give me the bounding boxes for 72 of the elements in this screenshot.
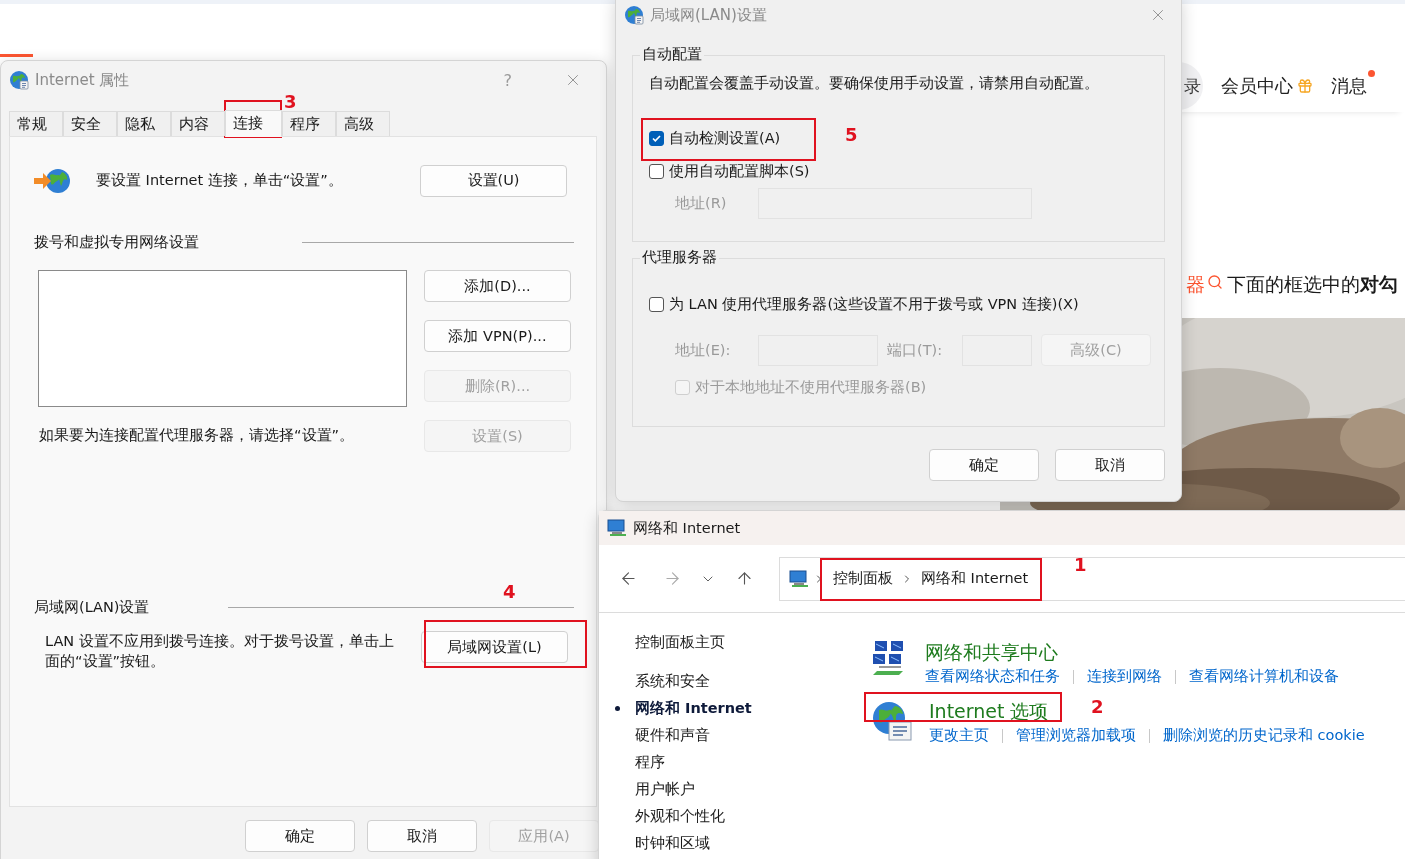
checkbox[interactable] <box>649 164 664 179</box>
tab[interactable]: 安全 <box>63 111 117 136</box>
step-number: 5 <box>845 124 858 145</box>
field-label: 端口(T): <box>887 340 944 360</box>
window-title: 局域网(LAN)设置 <box>650 5 767 25</box>
dialog-button[interactable]: 确定 <box>929 449 1039 481</box>
breadcrumb-item[interactable]: 网络和 Internet <box>917 569 1033 588</box>
dialog-button[interactable]: 取消 <box>1055 449 1165 481</box>
section-heading: 局域网(LAN)设置 <box>34 598 150 617</box>
window-title: Internet 属性 <box>35 70 130 90</box>
step-number: 2 <box>1091 696 1104 717</box>
dialup-button[interactable]: 添加 VPN(P)... <box>424 320 571 352</box>
task-link[interactable]: 连接到网络 <box>1087 667 1162 686</box>
tab[interactable]: 隐私 <box>117 111 171 136</box>
highlight-frame <box>224 100 282 138</box>
nav-item[interactable]: 系统和安全 <box>615 668 710 695</box>
globe-arrow-icon <box>32 166 72 195</box>
breadcrumb-item[interactable]: 控制面板 <box>829 569 897 588</box>
nav-item[interactable]: 外观和个性化 <box>615 803 725 830</box>
nav-item[interactable]: 时钟和区域 <box>615 830 710 857</box>
setup-button[interactable]: 设置(U) <box>420 164 567 197</box>
dialup-button[interactable]: 添加(D)... <box>424 270 571 302</box>
globe-icon <box>624 5 644 25</box>
search-icon <box>1207 274 1223 290</box>
task-link[interactable]: 删除浏览的历史记录和 cookie <box>1163 726 1365 745</box>
nav-item[interactable]: 用户帐户 <box>615 776 695 803</box>
article-text: 下面的框选中的对勾 <box>1227 272 1398 297</box>
task-link[interactable]: 更改主页 <box>929 726 989 745</box>
group-heading: 自动配置 <box>640 45 704 64</box>
messages-link[interactable]: 消息 <box>1331 74 1367 98</box>
tab[interactable]: 连接 <box>225 110 282 137</box>
nav-item[interactable]: 控制面板主页 <box>615 629 725 656</box>
category-title-link[interactable]: Internet 选项 <box>929 698 1049 724</box>
nav-item[interactable]: 网络和 Internet <box>615 695 752 722</box>
member-center-link[interactable]: 会员中心 <box>1221 74 1313 98</box>
checkbox-label: 为 LAN 使用代理服务器(这些设置不用于拨号或 VPN 连接)(X) <box>669 295 1079 314</box>
group-heading: 代理服务器 <box>640 248 719 267</box>
tab[interactable]: 高级 <box>336 111 390 136</box>
task-link[interactable]: 查看网络计算机和设备 <box>1189 667 1339 686</box>
checkbox-label: 对于本地地址不使用代理服务器(B) <box>695 378 927 397</box>
monitor-icon <box>789 569 809 588</box>
checkbox[interactable] <box>649 131 664 146</box>
task-link[interactable]: 管理浏览器加载项 <box>1016 726 1136 745</box>
nav-item[interactable]: 硬件和声音 <box>615 722 710 749</box>
category-title-link[interactable]: 网络和共享中心 <box>925 639 1058 665</box>
checkbox-label: 自动检测设置(A) <box>669 129 781 148</box>
task-link[interactable]: 查看网络状态和任务 <box>925 667 1060 686</box>
field-label: 地址(E): <box>675 340 732 360</box>
checkbox-label: 使用自动配置脚本(S) <box>669 162 810 181</box>
step-number: 3 <box>284 91 297 112</box>
tab[interactable]: 常规 <box>9 111 63 136</box>
auto-config-description: 自动配置会覆盖手动设置。要确保使用手动设置，请禁用自动配置。 <box>649 74 1100 93</box>
lan-settings-button[interactable]: 局域网设置(L) <box>421 631 568 663</box>
monitor-icon <box>607 519 627 537</box>
step-number: 4 <box>503 581 516 602</box>
highlighted-word: 器 <box>1186 272 1205 297</box>
gift-icon <box>1297 78 1313 94</box>
check-icon <box>651 133 662 144</box>
dialog-button[interactable]: 取消 <box>367 820 477 852</box>
lan-description: LAN 设置不应用到拨号连接。对于拨号设置，单击上面的“设置”按钮。 <box>45 632 395 671</box>
checkbox[interactable] <box>649 297 664 312</box>
globe-icon <box>9 70 29 90</box>
section-heading: 拨号和虚拟专用网络设置 <box>34 233 199 252</box>
field-label: 地址(R) <box>675 194 728 213</box>
window-title: 网络和 Internet <box>633 518 741 538</box>
nav-item[interactable]: 程序 <box>615 749 665 776</box>
step-number: 1 <box>1074 554 1087 575</box>
tab[interactable]: 程序 <box>282 111 336 136</box>
tab[interactable]: 内容 <box>171 111 225 136</box>
proxy-hint: 如果要为连接配置代理服务器，请选择“设置”。 <box>39 426 356 445</box>
setup-instruction: 要设置 Internet 连接，单击“设置”。 <box>96 171 344 190</box>
dialog-button[interactable]: 确定 <box>245 820 355 852</box>
